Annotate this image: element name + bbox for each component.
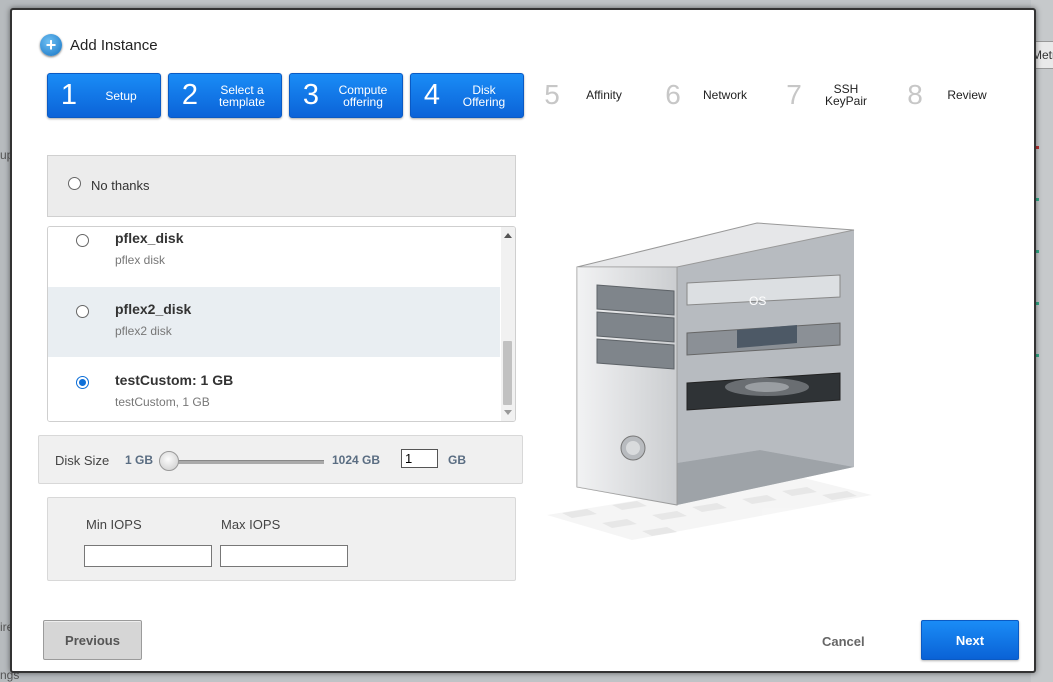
disk-size-min: 1 GB (125, 453, 154, 467)
disk-size-max: 1024 GB (332, 453, 381, 467)
disk-size-label: Disk Size (55, 453, 110, 468)
min-iops-input[interactable] (84, 545, 212, 567)
cancel-button[interactable]: Cancel (822, 634, 865, 649)
dialog-title-text: Add Instance (70, 36, 158, 54)
disk-size-unit: GB (448, 453, 466, 467)
step-number: 8 (907, 78, 923, 110)
step-number: 4 (423, 79, 441, 111)
offering-name: pflex_disk (115, 230, 184, 246)
offering-radio[interactable] (76, 305, 89, 318)
computer-case-illustration: OS (547, 222, 872, 540)
offering-radio[interactable] (76, 376, 89, 389)
add-instance-dialog: + Add Instance 1 Setup 2 Select a templa… (10, 8, 1036, 673)
step-compute-offering[interactable]: 3 Compute offering (289, 73, 403, 118)
offering-radio[interactable] (76, 234, 89, 247)
step-number: 1 (60, 79, 78, 111)
step-number: 5 (544, 78, 560, 110)
iops-panel: Min IOPS Max IOPS (47, 497, 516, 581)
step-network: 6 Network (652, 73, 764, 116)
disk-size-input[interactable] (401, 449, 438, 468)
step-label: Setup (105, 88, 137, 103)
offering-description: testCustom, 1 GB (115, 395, 210, 409)
wizard-steps: 1 Setup 2 Select a template 3 Compute of… (47, 73, 1017, 118)
dialog-title: + Add Instance (40, 34, 158, 56)
offering-name: testCustom: 1 GB (115, 372, 234, 388)
no-thanks-radio[interactable] (68, 177, 81, 190)
disk-offering-list: pflex_disk pflex disk pflex2_disk pflex2… (47, 226, 516, 422)
disk-size-slider-track[interactable] (167, 460, 324, 464)
step-label: Affinity (586, 87, 622, 102)
disk-offering-item[interactable]: pflex2_disk pflex2 disk (48, 287, 500, 357)
disk-size-panel: Disk Size 1 GB 1024 GB GB (38, 435, 523, 484)
scroll-up-arrow-icon[interactable] (504, 233, 512, 238)
disk-offering-item[interactable]: pflex_disk pflex disk (48, 227, 500, 286)
step-number: 2 (181, 79, 199, 111)
offering-list-scrollbar[interactable] (501, 227, 515, 421)
next-button[interactable]: Next (921, 620, 1019, 660)
step-ssh-keypair: 7 SSH KeyPair (773, 73, 885, 116)
max-iops-input[interactable] (220, 545, 348, 567)
step-select-template[interactable]: 2 Select a template (168, 73, 282, 118)
step-number: 7 (786, 78, 802, 110)
scroll-down-arrow-icon[interactable] (504, 410, 512, 415)
step-setup[interactable]: 1 Setup (47, 73, 161, 118)
offering-description: pflex disk (115, 253, 166, 267)
scrollbar-thumb[interactable] (503, 341, 512, 405)
max-iops-label: Max IOPS (221, 517, 281, 532)
step-label: Compute offering (338, 82, 388, 109)
step-disk-offering[interactable]: 4 Disk Offering (410, 73, 524, 118)
step-label: Network (702, 87, 747, 102)
plus-circle-icon: + (40, 34, 62, 56)
offering-description: pflex2 disk (115, 324, 172, 338)
no-thanks-label: No thanks (91, 178, 150, 193)
step-label: SSH KeyPair (824, 81, 868, 108)
disk-offering-item[interactable]: testCustom: 1 GB testCustom, 1 GB (48, 358, 500, 421)
os-label: OS (749, 294, 766, 308)
previous-button[interactable]: Previous (43, 620, 142, 660)
step-number: 6 (665, 78, 681, 110)
no-thanks-option[interactable]: No thanks (47, 155, 516, 217)
min-iops-label: Min IOPS (86, 517, 142, 532)
step-label: Disk Offering (462, 82, 506, 109)
step-affinity: 5 Affinity (531, 73, 643, 116)
step-label: Select a template (218, 82, 266, 109)
step-label: Review (947, 87, 987, 102)
offering-name: pflex2_disk (115, 301, 192, 317)
step-review: 8 Review (894, 73, 1006, 116)
step-number: 3 (302, 79, 320, 111)
disk-size-slider-handle[interactable] (159, 451, 179, 471)
